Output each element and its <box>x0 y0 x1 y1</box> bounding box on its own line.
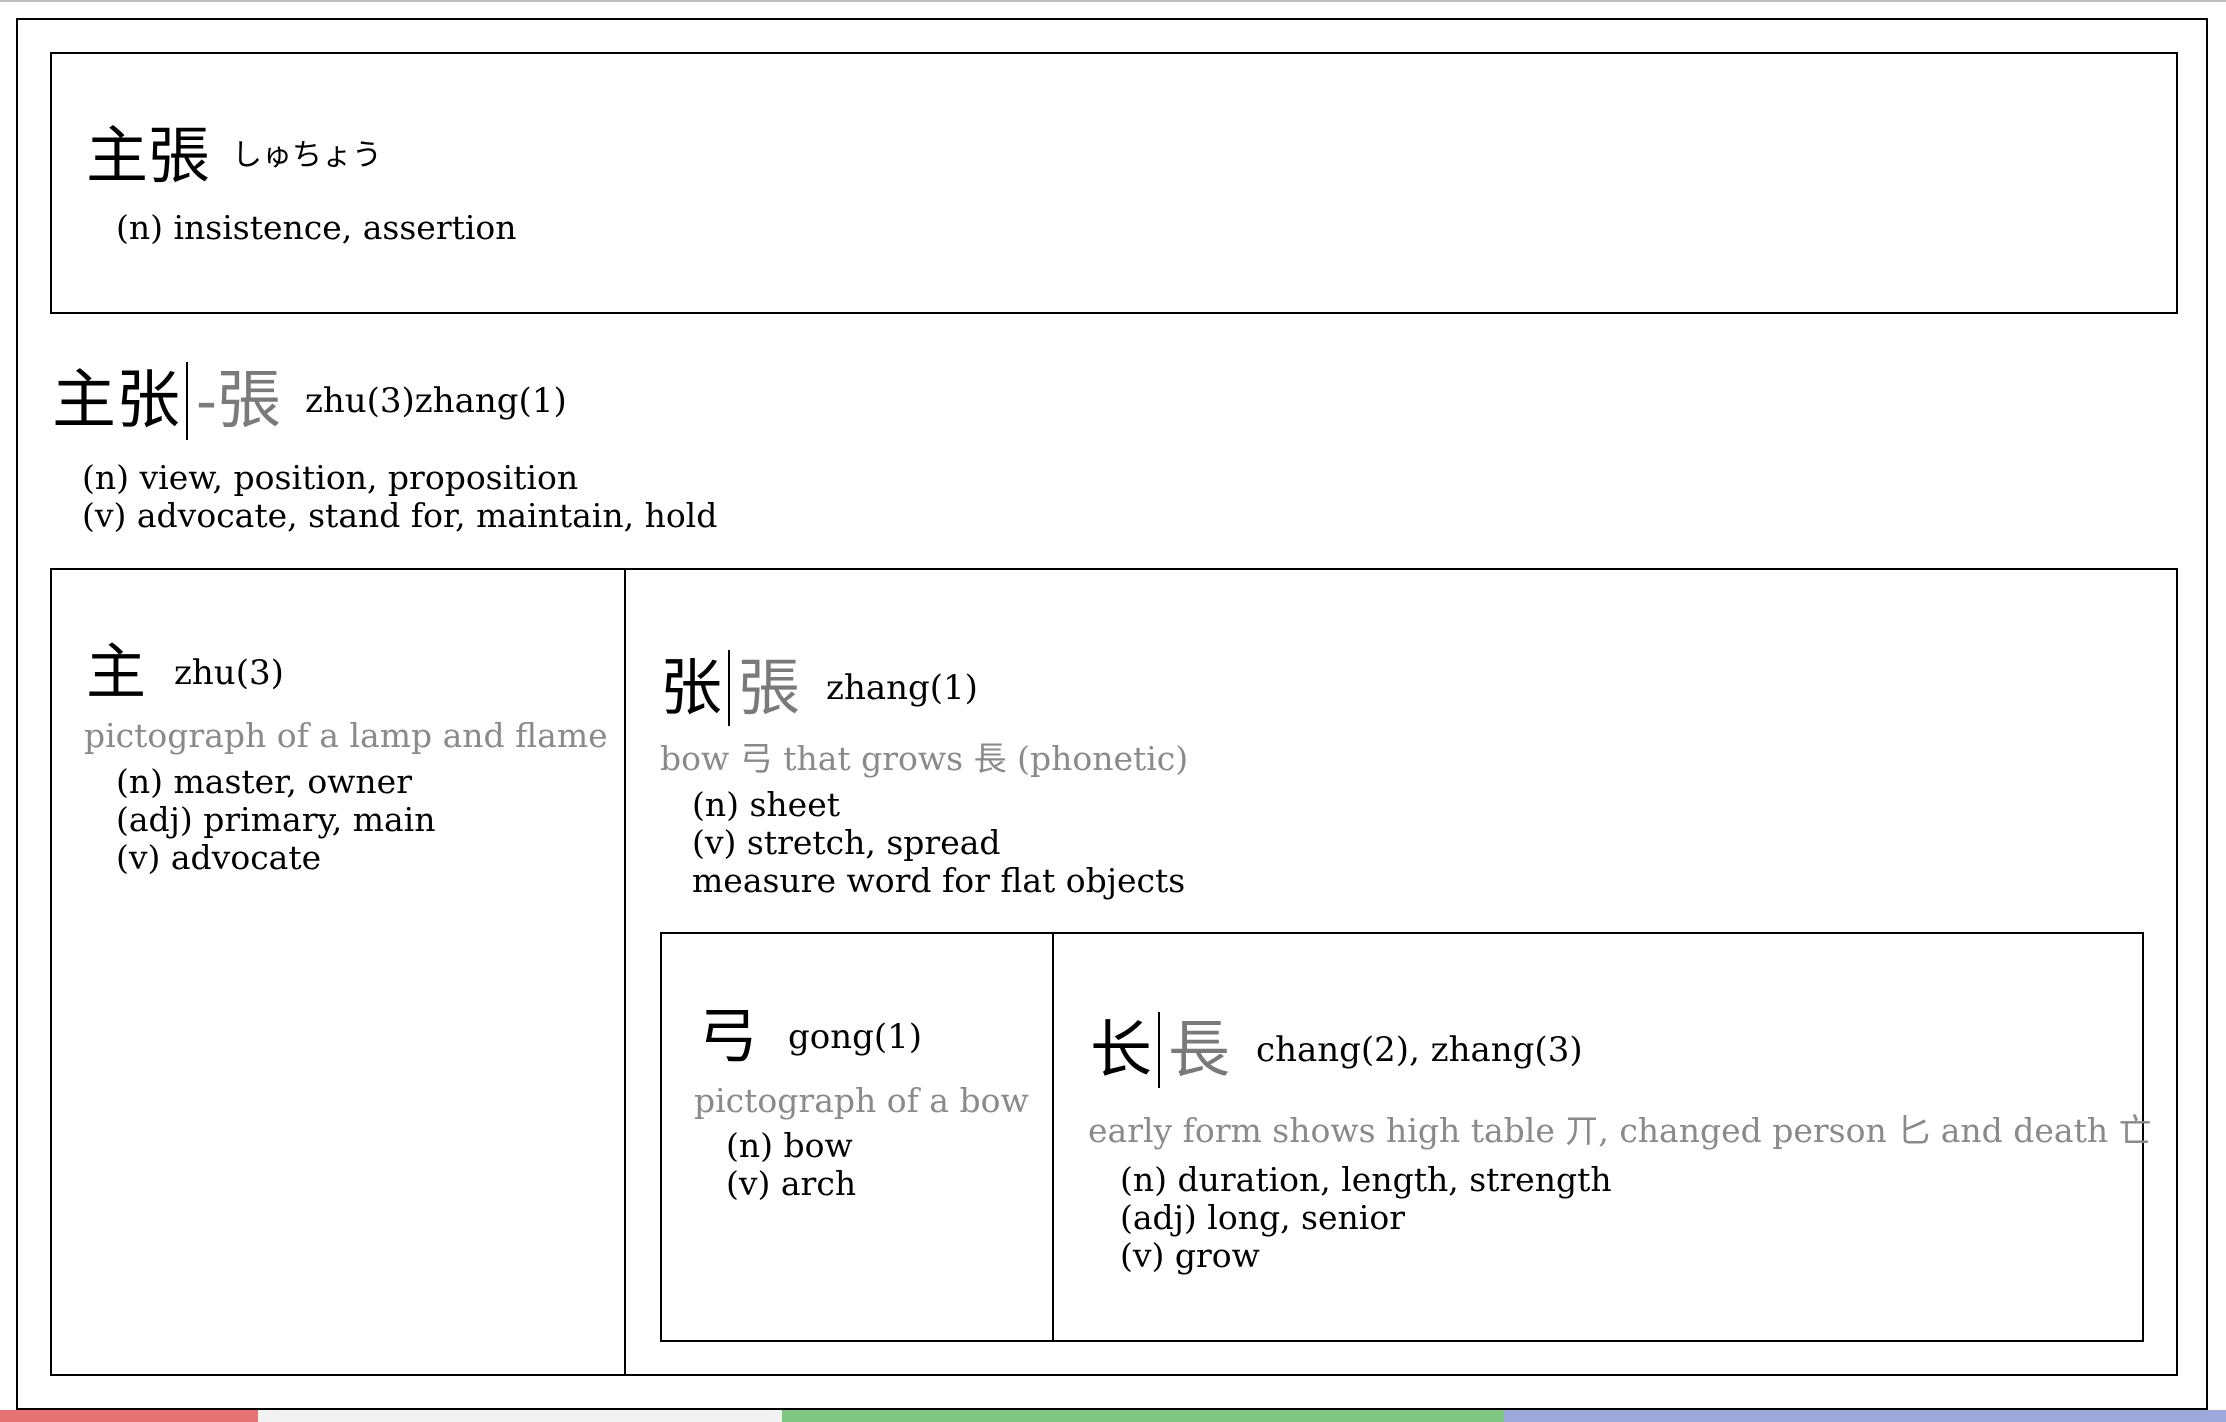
japanese-word: 主張 <box>86 119 211 192</box>
zhang-etymology: bow 弓 that grows 長 (phonetic) <box>660 739 1189 778</box>
definition-line: (adj) long, senior <box>1120 1198 1405 1237</box>
compound-simplified: 主张 <box>52 364 180 438</box>
chang-simplified: 长 <box>1090 1013 1153 1086</box>
zhu-definitions: (n) master, owner (adj) primary, main (v… <box>116 763 435 877</box>
zhu-pinyin: zhu(3) <box>174 653 284 693</box>
definition-line: (v) advocate, stand for, maintain, hold <box>82 496 718 535</box>
window-top-edge <box>0 0 2226 2</box>
character-divider <box>1158 1012 1161 1088</box>
gong-etymology: pictograph of a bow <box>694 1081 1029 1120</box>
definition-line: (adj) primary, main <box>116 800 436 839</box>
zhang-simplified: 张 <box>660 651 723 724</box>
strip-segment-light <box>258 1410 782 1422</box>
definition-line: (n) master, owner <box>116 762 412 801</box>
gong-definitions: (n) bow (v) arch <box>726 1127 856 1203</box>
japanese-definitions: (n) insistence, assertion <box>116 209 517 247</box>
zhang-traditional: 張 <box>738 651 801 724</box>
compound-pinyin: zhu(3)zhang(1) <box>304 381 567 421</box>
chang-traditional: 長 <box>1168 1013 1231 1086</box>
zhang-heading: 张 張 zhang(1) <box>660 650 978 726</box>
definition-line: (v) advocate <box>116 838 322 877</box>
chang-pinyin: chang(2), zhang(3) <box>1256 1030 1583 1070</box>
definition-line: (n) insistence, assertion <box>116 208 517 247</box>
zhu-char: 主 <box>86 638 146 708</box>
definition-line: (v) arch <box>726 1164 857 1203</box>
bottom-color-strip <box>0 1410 2226 1422</box>
strip-segment-blue <box>1504 1410 2226 1422</box>
chang-heading: 长 長 chang(2), zhang(3) <box>1090 1012 1583 1088</box>
compound-traditional: 張 <box>216 364 281 438</box>
zhang-pinyin: zhang(1) <box>826 668 978 708</box>
zhang-box-divider <box>624 568 626 1376</box>
zhu-etymology: pictograph of a lamp and flame <box>84 716 608 755</box>
japanese-entry-heading: 主張 しゅちょう <box>86 122 382 190</box>
strip-segment-green <box>782 1410 1504 1422</box>
compound-definitions: (n) view, position, proposition (v) advo… <box>82 459 717 535</box>
character-divider <box>728 650 731 726</box>
compound-separator: - <box>196 367 217 435</box>
components-divider <box>1052 932 1054 1342</box>
gong-char: 弓 <box>698 1002 758 1072</box>
chang-definitions: (n) duration, length, strength (adj) lon… <box>1120 1161 1612 1275</box>
definition-line: measure word for flat objects <box>692 861 1186 900</box>
definition-line: (v) stretch, spread <box>692 823 1001 862</box>
definition-line: (n) view, position, proposition <box>82 458 579 497</box>
gong-pinyin: gong(1) <box>788 1017 923 1057</box>
zhu-heading: 主 zhu(3) <box>86 640 284 706</box>
gong-heading: 弓 gong(1) <box>698 1004 922 1070</box>
strip-segment-red <box>0 1410 258 1422</box>
definition-line: (v) grow <box>1120 1236 1260 1275</box>
definition-line: (n) duration, length, strength <box>1120 1160 1612 1199</box>
japanese-kana-reading: しゅちょう <box>232 138 383 173</box>
definition-line: (n) bow <box>726 1126 853 1165</box>
character-divider <box>186 362 188 440</box>
zhang-definitions: (n) sheet (v) stretch, spread measure wo… <box>692 786 1185 900</box>
chang-etymology: early form shows high table 丌, changed p… <box>1088 1111 2152 1150</box>
compound-heading: 主张 - 張 zhu(3)zhang(1) <box>52 362 567 440</box>
definition-line: (n) sheet <box>692 785 841 824</box>
